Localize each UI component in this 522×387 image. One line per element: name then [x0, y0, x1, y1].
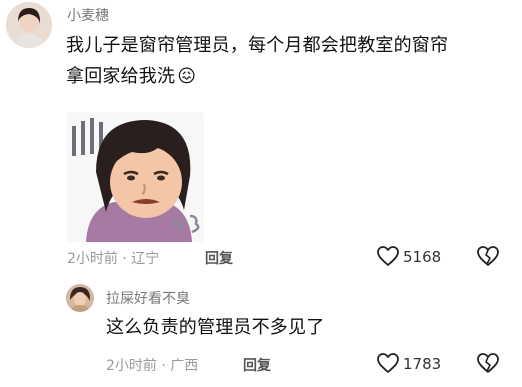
reply-timestamp: 2小时前: [106, 358, 157, 374]
comment-meta: 2小时前 · 辽宁: [67, 248, 159, 268]
reply-avatar[interactable]: [66, 284, 94, 312]
avatar[interactable]: [6, 2, 52, 48]
emoji: 😖: [177, 66, 197, 87]
sticker-cartoon: [66, 112, 204, 242]
comment-text-line-1: 我儿子是窗帘管理员，每个月都会把教室的窗帘: [66, 35, 449, 56]
reply-like-heart-icon[interactable]: [376, 352, 400, 374]
reply-meta: 2小时前 · 广西: [106, 355, 198, 375]
reply-reply-button[interactable]: 回复: [243, 355, 271, 375]
like-count: 5168: [403, 248, 442, 266]
reply-meta-separator: ·: [161, 358, 166, 374]
comment-text-line-2: 拿回家给我洗: [66, 66, 176, 87]
location: 辽宁: [131, 251, 160, 267]
reply-like-count: 1783: [403, 355, 442, 373]
reply-avatar-photo: [66, 284, 94, 312]
username[interactable]: 小麦穗: [67, 5, 109, 25]
reply-text: 这么负责的管理员不多见了: [106, 317, 325, 338]
sticker-image[interactable]: [66, 112, 204, 242]
meta-separator: ·: [122, 251, 127, 267]
reply-username[interactable]: 拉屎好看不臭: [106, 288, 190, 308]
reply-location: 广西: [170, 358, 199, 374]
comment-text: 我儿子是窗帘管理员，每个月都会把教室的窗帘 拿回家给我洗 😖: [66, 30, 516, 92]
reply-button[interactable]: 回复: [205, 248, 233, 268]
dislike-broken-heart-icon[interactable]: [476, 245, 500, 267]
reply-dislike-broken-heart-icon[interactable]: [476, 352, 500, 374]
avatar-photo: [6, 2, 52, 48]
timestamp: 2小时前: [67, 251, 118, 267]
like-heart-icon[interactable]: [376, 245, 400, 267]
